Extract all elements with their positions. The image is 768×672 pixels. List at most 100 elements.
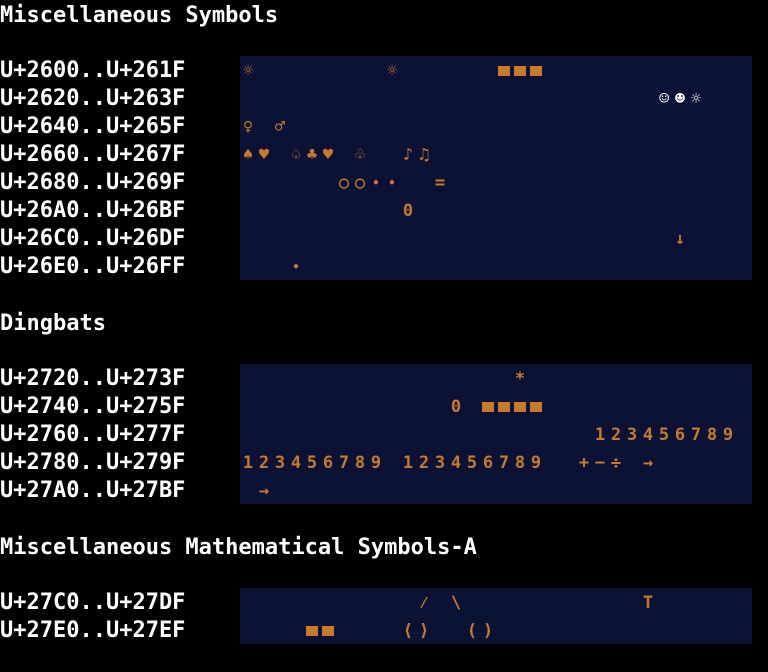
glyph-cell	[624, 141, 640, 169]
glyph-cell	[256, 225, 272, 253]
codepoint-row: U+2740..U+275F 0	[0, 393, 768, 421]
glyph-cell	[448, 225, 464, 253]
glyph-cell	[496, 113, 512, 141]
glyph-cell: ♪	[402, 145, 414, 165]
glyph-block	[528, 393, 544, 421]
glyph-cell: 3	[434, 453, 446, 473]
glyph-cell	[688, 477, 704, 505]
glyph-cell	[320, 225, 336, 253]
glyph-cell	[560, 225, 576, 253]
glyph-cells: ↓	[240, 225, 752, 253]
glyph-cell	[544, 197, 560, 225]
glyph-cell	[704, 113, 720, 141]
glyph-cell	[672, 197, 688, 225]
glyph-cell	[336, 197, 352, 225]
glyph-cell	[576, 197, 592, 225]
glyph-cell	[256, 113, 272, 141]
glyph-cell: ♧	[354, 145, 366, 165]
glyph-cell	[656, 57, 672, 85]
glyph-cell	[272, 393, 288, 421]
glyph-cell	[528, 225, 544, 253]
glyph-cell	[688, 197, 704, 225]
glyph-cell	[320, 113, 336, 141]
glyph-cell	[288, 113, 304, 141]
glyph-cell	[560, 57, 576, 85]
glyph-cell	[544, 141, 560, 169]
glyph-cell	[688, 225, 704, 253]
glyph-cell	[304, 57, 320, 85]
glyph-cell	[640, 197, 656, 225]
glyph-cell	[464, 197, 480, 225]
glyph-cell	[544, 225, 560, 253]
glyph-cell	[320, 421, 336, 449]
glyph-cell	[576, 57, 592, 85]
glyph-cell	[736, 141, 752, 169]
glyph-cell	[560, 617, 576, 645]
glyph-cells: ○ ○ • • =	[240, 169, 752, 197]
glyph-cell	[496, 253, 512, 281]
section-title-misc-math-symbols-a: Miscellaneous Mathematical Symbols-A	[0, 535, 477, 560]
glyph-cell: ○	[338, 173, 350, 193]
glyph-cell	[384, 449, 400, 477]
glyph-cell	[512, 85, 528, 113]
glyph-cell	[560, 449, 576, 477]
glyph-cell	[256, 365, 272, 393]
glyph-cell	[272, 141, 288, 169]
glyph-cell	[624, 477, 640, 505]
row-label: U+27E0..U+27EF	[0, 618, 186, 643]
glyph-cell: 0	[402, 201, 414, 221]
glyph-cell	[304, 169, 320, 197]
glyph-cell	[512, 169, 528, 197]
glyph-cell	[672, 617, 688, 645]
glyph-cell	[416, 57, 432, 85]
glyph-cell	[256, 393, 272, 421]
glyph-cell	[560, 365, 576, 393]
glyph-cell	[704, 253, 720, 281]
glyph-cell	[640, 253, 656, 281]
codepoint-row: U+26A0..U+26BF 0	[0, 197, 768, 225]
row-label: U+27C0..U+27DF	[0, 590, 186, 615]
glyph-cell	[704, 169, 720, 197]
glyph-cell	[368, 141, 384, 169]
glyph-cell	[528, 253, 544, 281]
glyph-cell	[560, 421, 576, 449]
row-label: U+2780..U+279F	[0, 450, 186, 475]
glyph-cell: 7	[338, 453, 350, 473]
glyph-cell	[336, 421, 352, 449]
glyph-cell	[352, 113, 368, 141]
glyph-cell	[544, 169, 560, 197]
glyph-cell	[560, 253, 576, 281]
glyph-cell	[640, 169, 656, 197]
glyph-cell: 8	[706, 425, 718, 445]
glyph-cell	[288, 477, 304, 505]
glyph-cell: ♫	[418, 145, 430, 165]
glyph-cell	[576, 113, 592, 141]
glyph-cell	[704, 477, 720, 505]
glyph-cell	[496, 365, 512, 393]
glyph-cell	[688, 57, 704, 85]
glyph-cells: •	[240, 253, 752, 281]
glyph-cell: 9	[722, 425, 734, 445]
glyph-cell: ⟩	[418, 621, 430, 641]
glyph-cell	[400, 169, 416, 197]
glyph-cell	[384, 589, 400, 617]
glyph-cell: =	[434, 173, 446, 193]
glyph-cell	[448, 57, 464, 85]
glyph-cell	[688, 113, 704, 141]
glyph-cell	[688, 365, 704, 393]
glyph-cell	[320, 393, 336, 421]
glyph-cell: 0	[450, 397, 462, 417]
glyph-cell	[416, 169, 432, 197]
glyph-cell	[432, 421, 448, 449]
glyph-cell	[544, 617, 560, 645]
glyph-cell	[464, 253, 480, 281]
row-label: U+26A0..U+26BF	[0, 198, 186, 223]
glyph-cell	[496, 589, 512, 617]
glyph-cell	[608, 393, 624, 421]
glyph-cell	[400, 421, 416, 449]
glyph-cell: ♥	[258, 145, 270, 165]
glyph-cell	[688, 617, 704, 645]
glyph-block	[320, 617, 336, 645]
glyph-cell	[352, 253, 368, 281]
glyph-cell	[512, 589, 528, 617]
